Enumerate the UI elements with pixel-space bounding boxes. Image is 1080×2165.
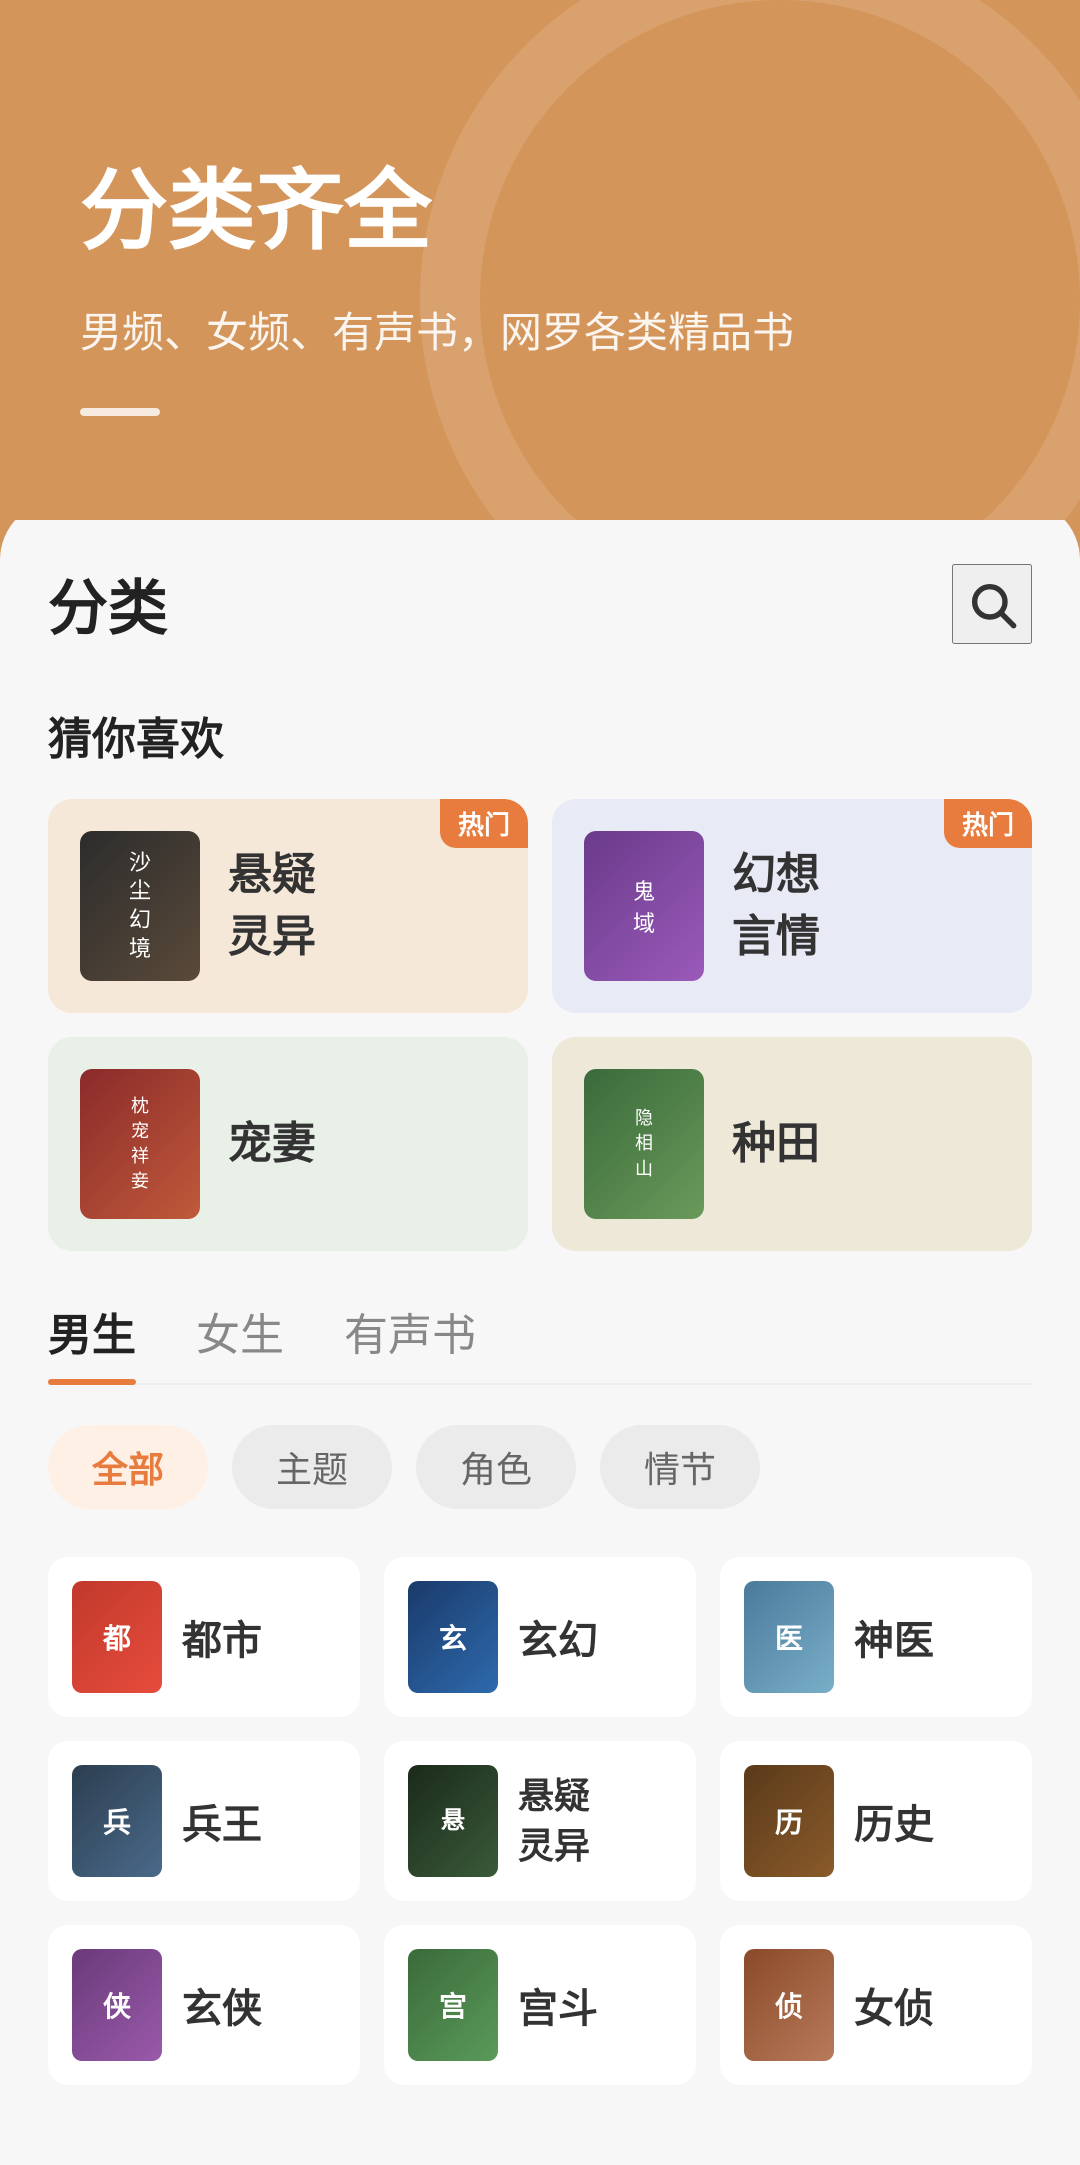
cat-name-more3: 女侦 [854, 1976, 934, 2034]
category-xuanhuan[interactable]: 玄 玄幻 [384, 1557, 696, 1717]
category-shenyi[interactable]: 医 神医 [720, 1557, 1032, 1717]
filter-theme[interactable]: 主题 [232, 1425, 392, 1509]
recommend-label-farm: 种田 [732, 1113, 820, 1175]
tabs-row: 男生 女生 有声书 [48, 1299, 1032, 1385]
cat-name-xuanhuan: 玄幻 [518, 1608, 598, 1666]
card-header: 分类 [48, 560, 1032, 647]
book-cover-spoilwife: 枕宠祥妾 [80, 1069, 200, 1219]
cat-name-more2: 宫斗 [518, 1976, 598, 2034]
recommend-card-spoilwife[interactable]: 枕宠祥妾 宠妻 [48, 1037, 528, 1251]
recommend-label-mystery: 悬疑灵异 [228, 844, 316, 967]
recommend-label-spoilwife: 宠妻 [228, 1113, 316, 1175]
cat-name-more1: 玄侠 [182, 1976, 262, 2034]
cat-cover-bingwang: 兵 [72, 1765, 162, 1877]
category-xuanyi[interactable]: 悬 悬疑灵异 [384, 1741, 696, 1901]
recommend-card-fantasy[interactable]: 热门 鬼域 幻想言情 [552, 799, 1032, 1013]
category-dushi[interactable]: 都 都市 [48, 1557, 360, 1717]
filter-role[interactable]: 角色 [416, 1425, 576, 1509]
recommend-card-farm[interactable]: 隐相山 种田 [552, 1037, 1032, 1251]
header-section: 分类齐全 男频、女频、有声书，网罗各类精品书 [0, 0, 1080, 520]
book-cover-fantasy: 鬼域 [584, 831, 704, 981]
recommend-section-label: 猜你喜欢 [48, 703, 1032, 767]
cat-cover-dushi: 都 [72, 1581, 162, 1693]
cat-name-dushi: 都市 [182, 1608, 262, 1666]
category-lishi[interactable]: 历 历史 [720, 1741, 1032, 1901]
cat-cover-xuanhuan: 玄 [408, 1581, 498, 1693]
cat-name-lishi: 历史 [854, 1792, 934, 1850]
page-title: 分类齐全 [80, 140, 1000, 267]
cat-name-bingwang: 兵王 [182, 1792, 262, 1850]
filter-all[interactable]: 全部 [48, 1425, 208, 1509]
card-title: 分类 [48, 560, 168, 647]
tab-female[interactable]: 女生 [196, 1299, 284, 1383]
search-button[interactable] [952, 564, 1032, 644]
cat-cover-more2: 宫 [408, 1949, 498, 2061]
search-icon [966, 578, 1018, 630]
hot-badge-mystery: 热门 [440, 799, 528, 848]
filter-plot[interactable]: 情节 [600, 1425, 760, 1509]
book-cover-mystery: 沙尘幻境 [80, 831, 200, 981]
cat-cover-more3: 侦 [744, 1949, 834, 2061]
cat-cover-lishi: 历 [744, 1765, 834, 1877]
header-subtitle: 男频、女频、有声书，网罗各类精品书 [80, 299, 1000, 360]
tab-male[interactable]: 男生 [48, 1299, 136, 1383]
tab-audiobook[interactable]: 有声书 [344, 1299, 476, 1383]
recommend-grid: 热门 沙尘幻境 悬疑灵异 热门 鬼域 幻想言情 枕宠祥妾 宠妻 隐相山 [48, 799, 1032, 1251]
category-grid: 都 都市 玄 玄幻 医 神医 兵 兵王 悬 悬疑灵异 [48, 1557, 1032, 2085]
filter-row: 全部 主题 角色 情节 [48, 1425, 1032, 1509]
recommend-label-fantasy: 幻想言情 [732, 844, 820, 967]
main-card: 分类 猜你喜欢 热门 沙尘幻境 悬疑灵异 热门 鬼域 幻想言情 [0, 500, 1080, 2165]
category-more3[interactable]: 侦 女侦 [720, 1925, 1032, 2085]
cat-name-xuanyi: 悬疑灵异 [518, 1771, 590, 1872]
category-more2[interactable]: 宫 宫斗 [384, 1925, 696, 2085]
book-cover-farm: 隐相山 [584, 1069, 704, 1219]
cat-name-shenyi: 神医 [854, 1608, 934, 1666]
header-divider [80, 408, 160, 416]
cat-cover-more1: 侠 [72, 1949, 162, 2061]
category-bingwang[interactable]: 兵 兵王 [48, 1741, 360, 1901]
recommend-card-mystery[interactable]: 热门 沙尘幻境 悬疑灵异 [48, 799, 528, 1013]
hot-badge-fantasy: 热门 [944, 799, 1032, 848]
cat-cover-xuanyi: 悬 [408, 1765, 498, 1877]
category-more1[interactable]: 侠 玄侠 [48, 1925, 360, 2085]
cat-cover-shenyi: 医 [744, 1581, 834, 1693]
